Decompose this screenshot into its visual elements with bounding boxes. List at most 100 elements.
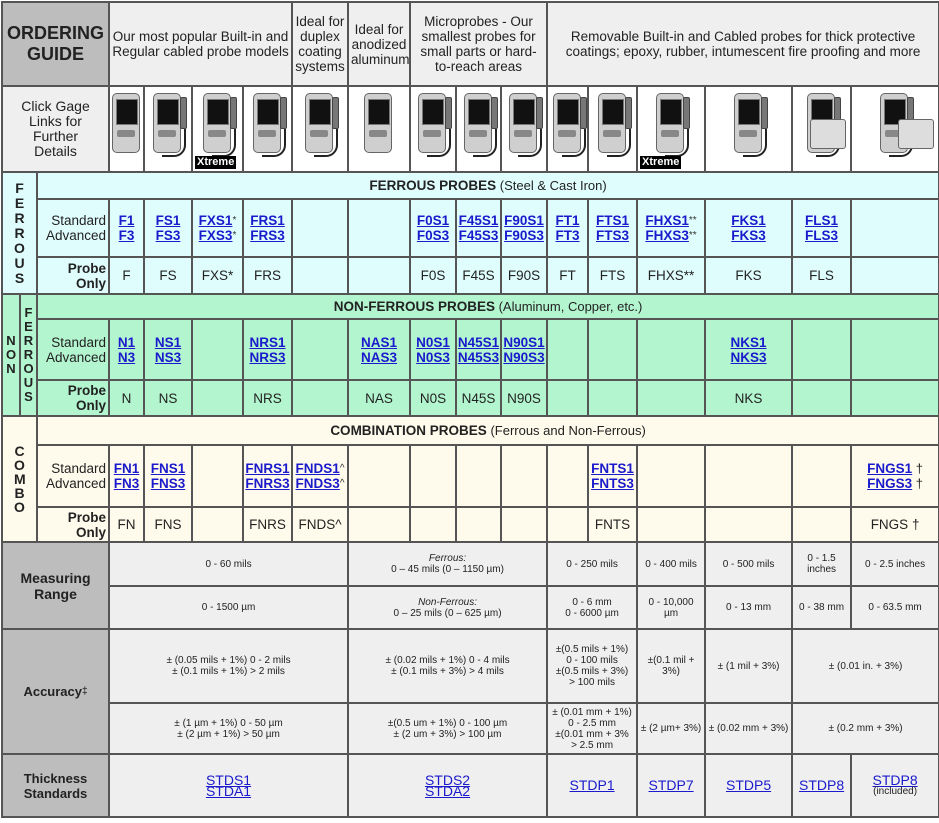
screen-icon (513, 99, 536, 125)
standard-model-link[interactable]: FNDS1 (296, 461, 340, 476)
spec-line: ±(0.1 mil + (647, 655, 695, 666)
standard-model-link[interactable]: FTS1 (596, 213, 629, 228)
standard-model-link[interactable]: N0S1 (416, 335, 450, 350)
gage-image-link[interactable]: Xtreme (638, 89, 704, 169)
gage-image-link[interactable] (793, 89, 850, 169)
model-cell (347, 444, 412, 508)
gage-image-link[interactable] (589, 89, 636, 169)
probe-only-cell (347, 256, 412, 295)
model-cell (455, 444, 503, 508)
gage-image-link[interactable] (293, 89, 347, 169)
range-metric-cell: 0 - 1500 µm (108, 585, 350, 630)
advanced-model-link[interactable]: FNGS3 (867, 476, 912, 491)
standard-model-link[interactable]: F1 (119, 213, 135, 228)
standard-model-link[interactable]: F45S1 (459, 213, 499, 228)
standard-model-link[interactable]: NRS1 (250, 335, 286, 350)
accuracy-metric-cell: ± (0.01 mm + 1%) 0 - 2.5 mm ±(0.01 mm + 3%… (546, 702, 639, 755)
advanced-model-link[interactable]: N0S3 (416, 350, 450, 365)
spec-line: 0 - 10,000 (648, 596, 694, 608)
gage-image-link[interactable] (502, 89, 546, 169)
advanced-model-link[interactable]: F3 (119, 228, 135, 243)
advanced-model-link[interactable]: FHXS3 (645, 228, 689, 243)
standard-model-link[interactable]: FN1 (114, 461, 140, 476)
standard-model-link[interactable]: FNRS1 (245, 461, 289, 476)
standard-model-link[interactable]: N45S1 (458, 335, 499, 350)
spec-line: ±(0.01 mm + 3% (555, 728, 629, 740)
standard-model-link[interactable]: NAS1 (361, 335, 397, 350)
range-metric-cell: Non-Ferrous: 0 – 25 mils (0 – 625 µm) (347, 585, 549, 630)
advanced-model-link[interactable]: NRS3 (250, 350, 286, 365)
standard-model-link[interactable]: F0S1 (417, 213, 449, 228)
model-cell: F1 F3 (108, 198, 146, 258)
advanced-model-link[interactable]: FLS3 (805, 228, 838, 243)
gage-image-link[interactable] (349, 89, 409, 169)
thickness-cell: STDS2 STDA2 (347, 753, 549, 818)
accuracy-metric-cell: ± (2 µm+ 3%) (636, 702, 707, 755)
model-cell: NS1 NS3 (143, 318, 194, 381)
advanced-model-link[interactable]: FXS3 (199, 228, 233, 243)
advanced-model-link[interactable]: FS3 (156, 228, 181, 243)
gage-image-link[interactable] (706, 89, 791, 169)
advanced-model-link[interactable]: FNDS3 (296, 476, 340, 491)
gage-image-link[interactable] (548, 89, 587, 169)
advanced-model-link[interactable]: F45S3 (459, 228, 499, 243)
standard-model-link[interactable]: FS1 (156, 213, 181, 228)
advanced-model-link[interactable]: FKS3 (731, 228, 766, 243)
thickness-standard-link[interactable]: STDP8 (799, 778, 844, 792)
section-title-ferrous: FERROUS PROBES (Steel & Cast Iron) (35, 171, 939, 200)
thickness-standard-link[interactable]: STDP8 (873, 773, 918, 787)
advanced-model-link[interactable]: FN3 (114, 476, 140, 491)
standard-model-link[interactable]: FNGS1 (867, 461, 912, 476)
advanced-model-link[interactable]: FT3 (556, 228, 580, 243)
standard-label: Standard (51, 213, 107, 228)
advanced-model-link[interactable]: F0S3 (417, 228, 449, 243)
gage-image-link[interactable] (110, 89, 143, 169)
model-cell: FRS1 FRS3 (242, 198, 294, 258)
thickness-standard-link[interactable]: STDP1 (569, 778, 614, 792)
gage-image-cell: Xtreme (191, 85, 245, 173)
standard-model-link[interactable]: NS1 (155, 335, 181, 350)
thickness-standard-link[interactable]: STDA2 (425, 784, 470, 798)
standard-model-link[interactable]: FNTS1 (591, 461, 634, 476)
model-line: F45S3 (457, 228, 500, 243)
side-label-ferrous: FERROUS (1, 171, 38, 295)
probe-only-cell: F45S (455, 256, 503, 295)
thickness-standard-link[interactable]: STDP7 (648, 778, 693, 792)
advanced-model-link[interactable]: NS3 (155, 350, 181, 365)
standard-model-link[interactable]: N90S1 (503, 335, 544, 350)
advanced-model-link[interactable]: FNTS3 (591, 476, 634, 491)
standard-model-link[interactable]: FHXS1 (645, 213, 689, 228)
standard-model-link[interactable]: FXS1 (199, 213, 233, 228)
gage-image-link[interactable] (244, 89, 291, 169)
advanced-model-link[interactable]: FRS3 (250, 228, 285, 243)
standard-model-link[interactable]: N1 (118, 335, 135, 350)
advanced-model-link[interactable]: N90S3 (503, 350, 544, 365)
range-metric-cell: 0 - 6 mm 0 - 6000 µm (546, 585, 639, 630)
advanced-model-link[interactable]: F90S3 (504, 228, 544, 243)
standard-model-link[interactable]: FLS1 (805, 213, 838, 228)
probe-icon (279, 97, 287, 129)
gage-image-link[interactable] (457, 89, 500, 169)
gage-image-link[interactable]: Xtreme (193, 89, 242, 169)
advanced-model-link[interactable]: N45S3 (458, 350, 499, 365)
advanced-model-link[interactable]: FNS3 (151, 476, 186, 491)
standard-model-link[interactable]: FKS1 (731, 213, 766, 228)
section-title: NON-FERROUS PROBES (333, 299, 495, 314)
advanced-model-link[interactable]: FTS3 (596, 228, 629, 243)
standard-model-link[interactable]: NKS1 (731, 335, 767, 350)
spec-line: ± (0.1 mils + 1%) > 2 mils (172, 666, 285, 677)
gage-image-link[interactable] (411, 89, 455, 169)
standard-model-link[interactable]: F90S1 (504, 213, 544, 228)
advanced-model-link[interactable]: NKS3 (731, 350, 767, 365)
model-line: FKS1 (706, 213, 791, 228)
advanced-model-link[interactable]: FNRS3 (245, 476, 289, 491)
standard-model-link[interactable]: FNS1 (151, 461, 186, 476)
advanced-model-link[interactable]: NAS3 (361, 350, 397, 365)
standard-model-link[interactable]: FT1 (556, 213, 580, 228)
advanced-model-link[interactable]: N3 (118, 350, 135, 365)
gage-image-link[interactable] (852, 89, 938, 169)
thickness-standard-link[interactable]: STDA1 (206, 784, 251, 798)
standard-model-link[interactable]: FRS1 (250, 213, 285, 228)
gage-image-link[interactable] (145, 89, 191, 169)
thickness-standard-link[interactable]: STDP5 (726, 778, 771, 792)
